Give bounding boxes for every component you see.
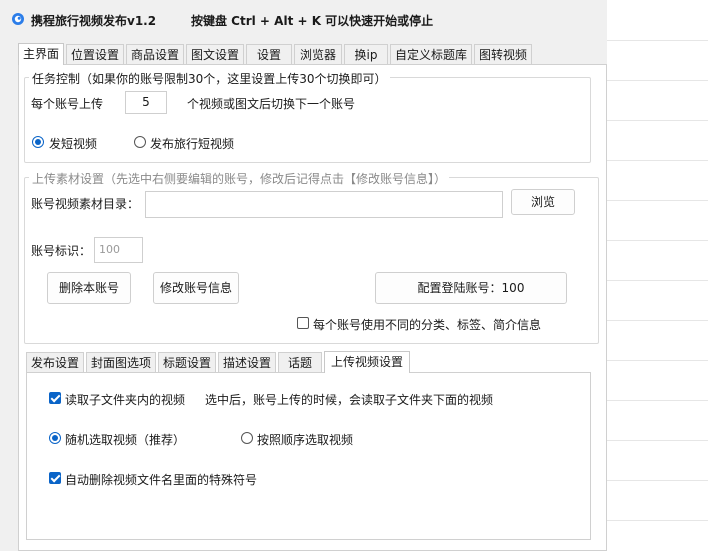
- short-video-label[interactable]: 发短视频: [49, 135, 97, 152]
- upload-settings-title: 上传素材设置（先选中右侧要编辑的账号，修改后记得点击【修改账号信息】）: [29, 170, 450, 187]
- random-select-label[interactable]: 随机选取视频（推荐）: [65, 431, 185, 448]
- tab-change-ip[interactable]: 换ip: [344, 44, 388, 64]
- switch-account-label: 个视频或图文后切换下一个账号: [187, 97, 356, 111]
- list-row-divider: [607, 400, 708, 401]
- account-id-label: 账号标识：: [31, 244, 92, 258]
- read-subfolder-description: 选中后，账号上传的时候，会读取子文件夹下面的视频: [205, 393, 494, 407]
- tab-publish-settings[interactable]: 发布设置: [26, 352, 84, 372]
- tab-location[interactable]: 位置设置: [66, 44, 124, 64]
- list-row-divider: [607, 120, 708, 121]
- tab-cover-options[interactable]: 封面图选项: [86, 352, 156, 372]
- delete-account-button[interactable]: 删除本账号: [47, 272, 131, 304]
- tab-browser[interactable]: 浏览器: [294, 44, 342, 64]
- hotkey-hint: 按键盘 Ctrl + Alt + K 可以快速开始或停止: [191, 14, 434, 28]
- list-row-divider: [607, 320, 708, 321]
- configure-login-button[interactable]: 配置登陆账号：100: [375, 272, 567, 304]
- auto-delete-symbols-checkbox[interactable]: [49, 472, 61, 484]
- read-subfolder-checkbox[interactable]: [49, 392, 61, 404]
- list-row-divider: [607, 160, 708, 161]
- window-title: 携程旅行视频发布v1.2: [31, 14, 157, 28]
- per-account-label: 每个账号上传: [31, 97, 104, 111]
- tab-main[interactable]: 主界面: [18, 43, 64, 65]
- tab-topics[interactable]: 话题: [278, 352, 322, 372]
- list-row-divider: [607, 440, 708, 441]
- list-row-divider: [607, 280, 708, 281]
- list-row-divider: [607, 80, 708, 81]
- list-row-divider: [607, 40, 708, 41]
- order-select-radio[interactable]: [241, 432, 253, 444]
- tab-custom-titles[interactable]: 自定义标题库: [390, 44, 472, 64]
- travel-video-radio[interactable]: [134, 136, 146, 148]
- tab-upload-video-settings[interactable]: 上传视频设置: [324, 351, 410, 373]
- task-control-title: 任务控制（如果你的账号限制30个，这里设置上传30个切换即可）: [29, 70, 390, 87]
- tab-product[interactable]: 商品设置: [126, 44, 184, 64]
- account-id-input[interactable]: 100: [94, 237, 143, 263]
- material-dir-input[interactable]: [145, 191, 503, 218]
- travel-video-label[interactable]: 发布旅行短视频: [150, 135, 234, 152]
- short-video-radio[interactable]: [32, 136, 44, 148]
- list-row-divider: [607, 360, 708, 361]
- tab-image-text[interactable]: 图文设置: [186, 44, 244, 64]
- random-select-radio[interactable]: [49, 432, 61, 444]
- material-dir-label: 账号视频素材目录：: [31, 197, 140, 211]
- browse-button[interactable]: 浏览: [511, 189, 575, 215]
- task-control-group: [24, 77, 591, 163]
- read-subfolder-label[interactable]: 读取子文件夹内的视频: [65, 391, 185, 408]
- tab-description-settings[interactable]: 描述设置: [218, 352, 276, 372]
- list-row-divider: [607, 480, 708, 481]
- tab-title-settings[interactable]: 标题设置: [158, 352, 216, 372]
- different-info-checkbox[interactable]: [297, 317, 309, 329]
- account-list-pane[interactable]: [607, 0, 708, 551]
- order-select-label[interactable]: 按照顺序选取视频: [257, 431, 353, 448]
- list-row-divider: [607, 240, 708, 241]
- different-info-label[interactable]: 每个账号使用不同的分类、标签、简介信息: [313, 316, 541, 333]
- auto-delete-symbols-label[interactable]: 自动删除视频文件名里面的特殊符号: [65, 471, 257, 488]
- tab-image-to-video[interactable]: 图转视频: [474, 44, 532, 64]
- app-logo-icon: [11, 12, 25, 26]
- modify-account-button[interactable]: 修改账号信息: [153, 272, 239, 304]
- per-account-count-input[interactable]: 5: [125, 91, 167, 114]
- list-row-divider: [607, 200, 708, 201]
- tab-settings[interactable]: 设置: [246, 44, 292, 64]
- list-row-divider: [607, 520, 708, 521]
